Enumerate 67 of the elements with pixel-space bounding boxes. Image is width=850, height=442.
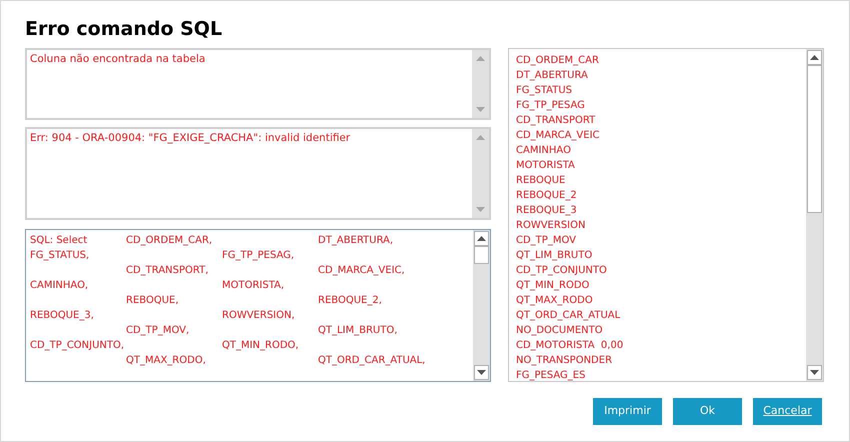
sql-text: CD_TP_CONJUNTO, bbox=[30, 338, 124, 353]
sql-text: REBOQUE_2, bbox=[318, 294, 382, 308]
sql-text: FG_STATUS, bbox=[30, 248, 90, 263]
scroll-down-icon bbox=[477, 370, 486, 375]
column-name[interactable]: FG_PESAG_ES bbox=[516, 368, 586, 381]
column-name[interactable]: CD_ORDEM_CAR bbox=[516, 53, 599, 68]
scroll-thumb[interactable] bbox=[474, 246, 489, 264]
scroll-up-button[interactable] bbox=[474, 230, 489, 246]
scroll-up-button[interactable] bbox=[807, 50, 822, 65]
sql-text: QT_ORD_CAR_ATUAL, bbox=[318, 354, 426, 368]
scroll-down-icon bbox=[476, 106, 485, 112]
column-name[interactable]: CD_TRANSPORT bbox=[516, 113, 596, 128]
column-name[interactable]: ROWVERSION bbox=[516, 218, 586, 233]
column-name[interactable]: QT_MAX_RODO bbox=[516, 293, 593, 308]
sql-text: MOTORISTA, bbox=[222, 278, 284, 293]
scroll-thumb[interactable] bbox=[807, 65, 822, 213]
column-name[interactable]: CD_MOTORISTA 0,00 bbox=[516, 338, 624, 353]
column-name[interactable]: NO_TRANSPONDER bbox=[516, 353, 612, 368]
error-box[interactable]: Err: 904 - ORA-00904: "FG_EXIGE_CRACHA": invalid identifier bbox=[25, 126, 491, 220]
column-name[interactable]: REBOQUE bbox=[516, 173, 566, 188]
sql-text: REBOQUE_3, bbox=[30, 308, 94, 323]
dialog-title: Erro comando SQL bbox=[25, 17, 224, 42]
scrollbar[interactable] bbox=[473, 230, 490, 381]
scroll-up-icon bbox=[476, 134, 485, 140]
message-text: Coluna não encontrada na tabela bbox=[29, 52, 206, 67]
column-name[interactable]: FG_TP_PESAG bbox=[516, 98, 585, 113]
ok-button[interactable]: Ok bbox=[673, 398, 742, 425]
column-name[interactable]: MOTORISTA bbox=[516, 158, 575, 173]
scroll-up-icon bbox=[476, 56, 485, 61]
column-name[interactable]: REBOQUE_3 bbox=[516, 203, 577, 218]
column-name[interactable]: CD_TP_CONJUNTO bbox=[516, 263, 607, 278]
sql-box[interactable] bbox=[25, 228, 491, 382]
error-text: Err: 904 - ORA-00904: "FG_EXIGE_CRACHA": invalid identifier bbox=[29, 130, 352, 146]
sql-text: REBOQUE, bbox=[126, 294, 179, 308]
column-name[interactable]: NO_DOCUMENTO bbox=[516, 323, 603, 338]
sql-text: DT_ABERTURA, bbox=[318, 234, 394, 248]
sql-text: FG_TP_PESAG, bbox=[222, 248, 294, 263]
cancel-button[interactable]: Cancelar bbox=[753, 398, 822, 425]
scroll-up-icon bbox=[477, 236, 486, 241]
sql-text: CD_ORDEM_CAR, bbox=[126, 234, 212, 248]
sql-text: SQL: Select bbox=[30, 234, 88, 248]
column-name[interactable]: CD_MARCA_VEIC bbox=[516, 128, 600, 143]
sql-text: QT_LIM_BRUTO, bbox=[318, 324, 398, 338]
column-name[interactable]: FG_STATUS bbox=[516, 83, 572, 98]
message-box[interactable]: Coluna não encontrada na tabela bbox=[25, 48, 491, 120]
scroll-down-icon bbox=[476, 206, 485, 212]
sql-text: CD_MARCA_VEIC, bbox=[318, 264, 405, 278]
column-name[interactable]: QT_MIN_RODO bbox=[516, 278, 590, 293]
column-name[interactable]: REBOQUE_2 bbox=[516, 188, 577, 203]
sql-text: CD_TP_MOV, bbox=[126, 324, 190, 338]
column-name[interactable]: CAMINHAO bbox=[516, 143, 571, 158]
scrollbar[interactable] bbox=[806, 49, 823, 381]
sql-text: CD_TRANSPORT, bbox=[126, 264, 208, 278]
column-list[interactable] bbox=[508, 48, 824, 382]
sql-text: QT_MAX_RODO, bbox=[126, 354, 206, 368]
sql-text: ROWVERSION, bbox=[222, 308, 295, 323]
sql-text: QT_MIN_RODO, bbox=[222, 338, 299, 353]
column-name[interactable]: QT_ORD_CAR_ATUAL bbox=[516, 308, 620, 323]
scroll-down-icon bbox=[810, 370, 819, 375]
column-name[interactable]: DT_ABERTURA bbox=[516, 68, 588, 83]
column-name[interactable]: CD_TP_MOV bbox=[516, 233, 576, 248]
sql-text: CAMINHAO, bbox=[30, 278, 88, 293]
column-name[interactable]: QT_LIM_BRUTO bbox=[516, 248, 592, 263]
print-button[interactable]: Imprimir bbox=[593, 398, 662, 425]
scroll-down-button[interactable] bbox=[807, 365, 822, 380]
scroll-down-button[interactable] bbox=[474, 365, 489, 380]
scroll-up-icon bbox=[810, 55, 819, 60]
